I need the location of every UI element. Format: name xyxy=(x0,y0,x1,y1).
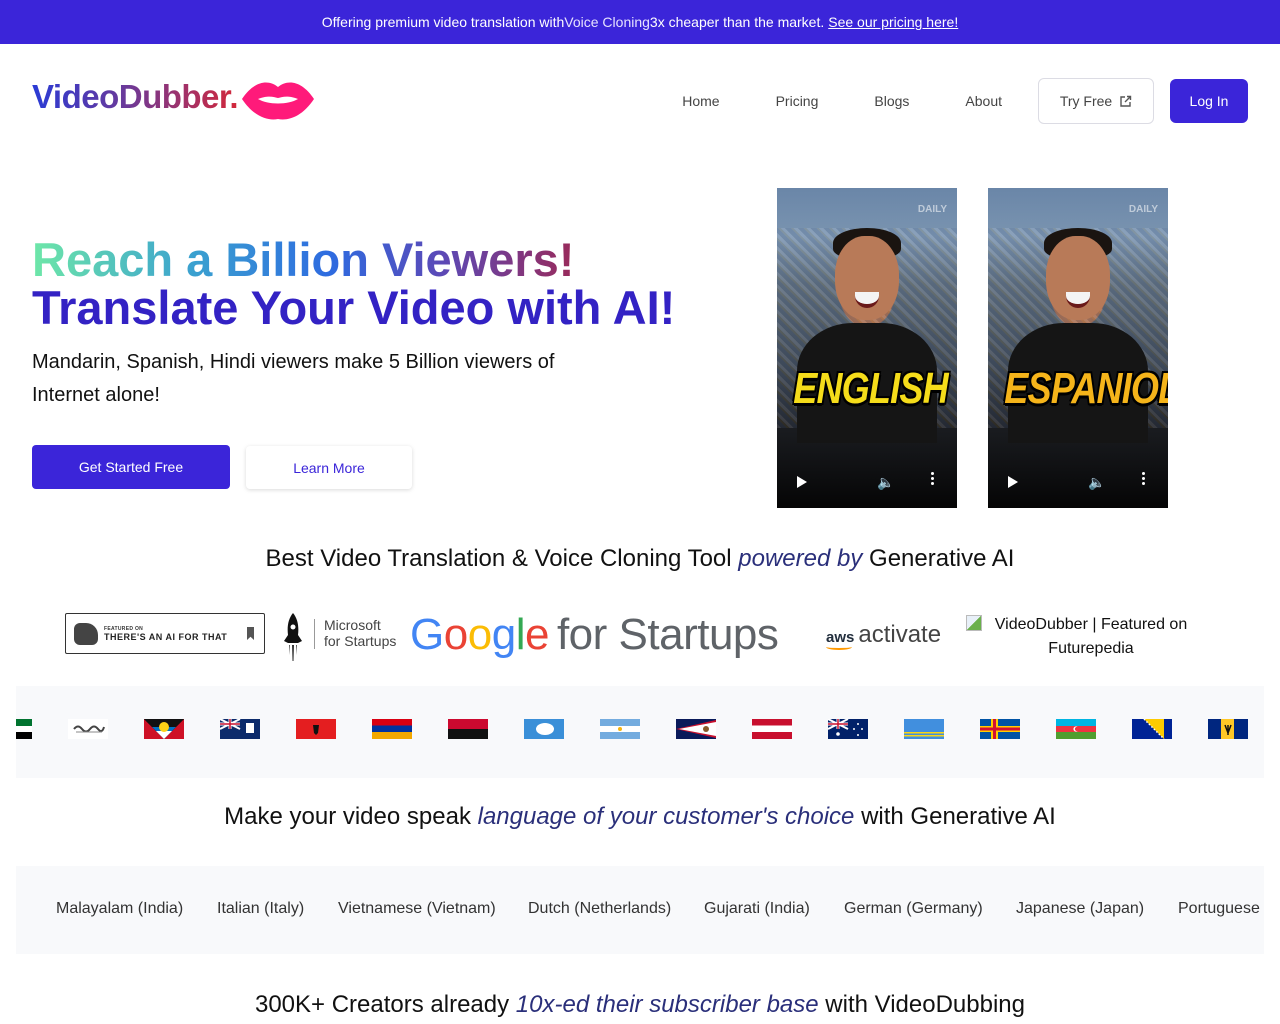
flag-azerbaijan xyxy=(1056,719,1096,739)
creators-text: 300K+ Creators already xyxy=(254,991,516,1018)
microsoft-startups-logo[interactable]: Microsoft for Startups xyxy=(280,609,400,665)
more-options-icon[interactable] xyxy=(931,472,935,487)
languages-text-after: with Generative AI xyxy=(854,803,1056,830)
banner-text-after: 3x cheaper than the market. xyxy=(649,14,825,30)
play-icon[interactable] xyxy=(1008,476,1018,488)
google-letter: o xyxy=(443,610,468,659)
languages-carousel: )Malayalam (India)Italian (Italy)Vietnam… xyxy=(16,866,1264,954)
volume-icon[interactable]: 🔈 xyxy=(877,474,894,491)
try-free-label: Try Free xyxy=(1059,93,1113,109)
language-item: Italian (Italy) xyxy=(217,900,305,917)
promo-banner: Offering premium video translation with … xyxy=(0,0,1280,44)
microsoft-line1: Microsoft xyxy=(324,617,381,633)
video-watermark: DAILY xyxy=(1128,204,1158,215)
site-header: VideoDubber. Home Pricing Blogs About Tr… xyxy=(0,44,1280,154)
google-letter: g xyxy=(491,610,516,659)
try-free-button[interactable]: Try Free xyxy=(1038,78,1154,124)
flag-american-samoa xyxy=(676,719,716,739)
flag-antarctica xyxy=(524,719,564,739)
microsoft-line2: for Startups xyxy=(324,633,397,649)
get-started-button[interactable]: Get Started Free xyxy=(32,445,230,489)
nav-about[interactable]: About xyxy=(965,93,1002,109)
google-letter: G xyxy=(410,610,444,659)
nav-blogs[interactable]: Blogs xyxy=(874,93,909,109)
divider xyxy=(314,619,315,649)
video-player-spanish[interactable]: DAILY ESPANIOL 🔈 xyxy=(988,188,1168,508)
external-link-icon xyxy=(1120,95,1132,107)
bookmark-icon xyxy=(247,627,254,640)
flag-aruba xyxy=(904,719,944,739)
video-player-english[interactable]: DAILY ENGLISH 🔈 xyxy=(777,188,957,508)
google-letter: e xyxy=(524,610,549,659)
lips-icon xyxy=(242,82,314,120)
flag-aland xyxy=(980,719,1020,739)
nav-pricing[interactable]: Pricing xyxy=(776,93,819,109)
hero-subtitle: Mandarin, Spanish, Hindi viewers make 5 … xyxy=(32,351,555,406)
video-controls: 🔈 xyxy=(777,458,957,508)
google-startups-logo[interactable]: Google for Startups xyxy=(410,610,779,660)
creators-text-after: with VideoDubbing xyxy=(818,991,1025,1018)
video-watermark: DAILY xyxy=(917,204,947,215)
video-controls: 🔈 xyxy=(988,458,1168,508)
nav-home[interactable]: Home xyxy=(682,93,719,109)
language-item: German (Germany) xyxy=(844,900,983,917)
login-button[interactable]: Log In xyxy=(1170,79,1248,123)
powered-text-after: Generative AI xyxy=(862,545,1015,572)
bicep-icon xyxy=(74,622,98,645)
flag-antigua-barbuda xyxy=(144,719,184,739)
video-language-label: ESPANIOL xyxy=(1004,364,1168,413)
volume-icon[interactable]: 🔈 xyxy=(1088,474,1105,491)
learn-more-button[interactable]: Learn More xyxy=(246,446,412,489)
language-item: Japanese (Japan) xyxy=(1016,900,1145,917)
flag-bosnia xyxy=(1132,719,1172,739)
flag-armenia xyxy=(372,719,412,739)
languages-emphasis: language of your customer's choice xyxy=(477,803,855,830)
video-language-label: ENGLISH xyxy=(793,364,948,413)
powered-emphasis: powered by xyxy=(738,545,863,572)
flag-anguilla xyxy=(220,719,260,739)
flag-austria xyxy=(752,719,792,739)
google-letter: o xyxy=(467,610,492,659)
powered-by-heading: Best Video Translation & Voice Cloning T… xyxy=(0,545,1280,573)
main-nav: Home Pricing Blogs About Try Free Log In xyxy=(682,78,1248,124)
logo[interactable]: VideoDubber. xyxy=(32,78,239,116)
hero-title-gradient: Reach a Billion Viewers! xyxy=(32,233,575,286)
creators-emphasis: 10x-ed their subscriber base xyxy=(515,991,819,1018)
more-options-icon[interactable] xyxy=(1142,472,1146,487)
flags-carousel xyxy=(16,686,1264,778)
flag-uae-partial xyxy=(16,719,32,739)
banner-highlight: Voice Cloning xyxy=(564,14,650,30)
google-letter: l xyxy=(515,610,526,659)
creators-heading: 300K+ Creators already 10x-ed their subs… xyxy=(0,991,1280,1019)
languages-text: Make your video speak xyxy=(224,803,478,830)
microsoft-text: Microsoft for Startups xyxy=(324,617,396,649)
languages-heading: Make your video speak language of your c… xyxy=(0,803,1280,831)
rocket-icon xyxy=(284,613,302,661)
flag-angola xyxy=(448,719,488,739)
aws-activate-text: activate xyxy=(858,621,942,648)
play-icon[interactable] xyxy=(797,476,807,488)
flag-albania xyxy=(296,719,336,739)
language-item: Malayalam (India) xyxy=(56,900,184,917)
aws-mark: aws xyxy=(826,629,855,646)
flag-australia xyxy=(828,719,868,739)
banner-text: Offering premium video translation with xyxy=(321,14,565,30)
partner-logos: FEATURED ON THERE'S AN AI FOR THAT Micro… xyxy=(0,605,1280,665)
language-item: Vietnamese (Vietnam) xyxy=(338,900,496,917)
aws-activate-logo[interactable]: aws activate xyxy=(826,621,941,649)
pricing-link[interactable]: See our pricing here! xyxy=(828,14,958,30)
flag-arabic-script xyxy=(68,719,108,739)
taaft-badge[interactable]: FEATURED ON THERE'S AN AI FOR THAT xyxy=(65,613,265,654)
google-suffix: for Startups xyxy=(556,610,779,659)
flag-argentina xyxy=(600,719,640,739)
taaft-name: THERE'S AN AI FOR THAT xyxy=(104,631,228,642)
flag-barbados xyxy=(1208,719,1248,739)
language-item: Dutch (Netherlands) xyxy=(528,900,672,917)
language-item: Portuguese ( xyxy=(1178,900,1264,917)
language-item: Gujarati (India) xyxy=(704,900,810,917)
hero-title: Translate Your Video with AI! xyxy=(32,281,676,334)
futurepedia-alt-text: VideoDubber | Featured on Futurepedia xyxy=(994,616,1188,657)
powered-text: Best Video Translation & Voice Cloning T… xyxy=(265,545,739,572)
